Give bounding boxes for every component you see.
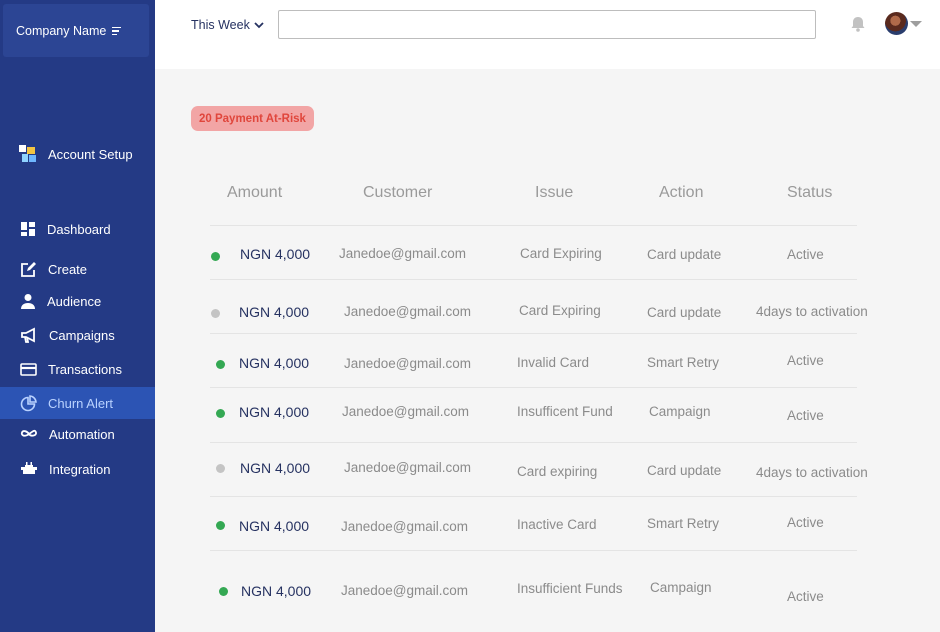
issue-cell: Card Expiring: [520, 246, 602, 261]
issue-cell: Insufficent Fund: [517, 404, 613, 419]
column-header-action: Action: [659, 184, 704, 201]
sidebar-item-label: Transactions: [48, 361, 122, 377]
period-label: This Week: [191, 18, 250, 32]
status-dot: [211, 309, 220, 318]
account-setup-icon: [19, 145, 36, 162]
action-cell: Smart Retry: [647, 355, 720, 370]
column-header-customer: Customer: [363, 184, 433, 201]
sidebar-item-label: Dashboard: [47, 221, 111, 237]
search-input[interactable]: [278, 10, 816, 39]
issue-cell: Card Expiring: [519, 303, 601, 318]
status-cell: Active: [787, 353, 824, 368]
sidebar-item-label: Automation: [49, 426, 115, 442]
status-dot: [219, 587, 228, 596]
status-dot: [211, 252, 220, 261]
status-cell: Active: [787, 247, 824, 262]
edit-icon: [21, 261, 36, 277]
period-dropdown[interactable]: This Week: [191, 18, 264, 32]
sidebar-item-label: Audience: [47, 293, 102, 309]
company-name: Company Name: [16, 23, 107, 38]
column-header-amount: Amount: [227, 184, 283, 201]
pie-chart-icon: [20, 394, 37, 411]
main-content: 20 Payment At-Risk Amount Customer Issue…: [155, 69, 940, 632]
sidebar-item-churn-alert[interactable]: Churn Alert: [0, 387, 155, 419]
dashboard-icon: [21, 222, 35, 236]
menu-icon: [112, 26, 122, 36]
sidebar-item-audience[interactable]: Audience: [0, 285, 155, 317]
chevron-down-icon: [254, 21, 264, 28]
amount-cell: NGN 4,000: [240, 246, 311, 262]
issue-cell: Invalid Card: [517, 355, 590, 370]
column-header-status: Status: [787, 184, 833, 201]
customer-cell: Janedoe@gmail.com: [344, 460, 472, 475]
sidebar-item-transactions[interactable]: Transactions: [0, 353, 155, 385]
amount-cell: NGN 4,000: [239, 404, 310, 420]
issue-cell: Inactive Card: [517, 517, 597, 532]
status-cell: 4days to activation: [756, 304, 868, 319]
customer-cell: Janedoe@gmail.com: [342, 404, 470, 419]
company-switcher[interactable]: Company Name: [3, 4, 149, 57]
sidebar-item-automation[interactable]: Automation: [0, 418, 155, 450]
megaphone-icon: [21, 327, 35, 343]
amount-cell: NGN 4,000: [239, 518, 310, 534]
action-cell: Card update: [647, 463, 722, 478]
caret-down-icon[interactable]: [910, 21, 922, 27]
customer-cell: Janedoe@gmail.com: [341, 519, 469, 534]
amount-cell: NGN 4,000: [239, 355, 310, 371]
customer-cell: Janedoe@gmail.com: [344, 304, 472, 319]
avatar[interactable]: [885, 12, 908, 35]
plug-icon: [21, 462, 37, 474]
customer-cell: Janedoe@gmail.com: [339, 246, 467, 261]
bell-icon[interactable]: [851, 16, 865, 32]
sidebar: Company Name Account Setup Dashboard Cre…: [0, 0, 155, 632]
issue-cell: Insufficient Funds: [517, 581, 623, 596]
status-dot: [216, 464, 225, 473]
action-cell: Campaign: [650, 580, 712, 595]
sidebar-item-dashboard[interactable]: Dashboard: [0, 213, 155, 245]
status-cell: Active: [787, 408, 824, 423]
user-icon: [21, 294, 35, 309]
infinity-icon: [20, 429, 37, 437]
status-dot: [216, 521, 225, 530]
action-cell: Campaign: [649, 404, 711, 419]
action-cell: Card update: [647, 247, 722, 262]
action-cell: Card update: [647, 305, 722, 320]
sidebar-item-integration[interactable]: Integration: [0, 453, 155, 485]
status-dot: [216, 360, 225, 369]
issue-cell: Card expiring: [517, 464, 598, 479]
amount-cell: NGN 4,000: [241, 583, 312, 599]
status-cell: 4days to activation: [756, 465, 868, 480]
status-cell: Active: [787, 515, 824, 530]
action-cell: Smart Retry: [647, 516, 720, 531]
account-setup-link[interactable]: Account Setup: [18, 144, 133, 164]
sidebar-item-label: Integration: [49, 461, 111, 477]
sidebar-item-label: Create: [48, 261, 88, 277]
account-setup-label: Account Setup: [48, 146, 133, 162]
card-icon: [20, 362, 37, 376]
status-cell: Active: [787, 589, 824, 604]
top-bar: This Week: [155, 0, 940, 69]
sidebar-item-label: Campaigns: [49, 327, 115, 343]
sidebar-item-create[interactable]: Create: [0, 253, 155, 285]
sidebar-item-label: Churn Alert: [48, 395, 114, 411]
customer-cell: Janedoe@gmail.com: [344, 356, 472, 371]
sidebar-item-campaigns[interactable]: Campaigns: [0, 319, 155, 351]
status-dot: [216, 409, 225, 418]
amount-cell: NGN 4,000: [239, 304, 310, 320]
column-header-issue: Issue: [535, 184, 574, 201]
customer-cell: Janedoe@gmail.com: [341, 583, 469, 598]
amount-cell: NGN 4,000: [240, 460, 311, 476]
at-risk-badge: 20 Payment At-Risk: [191, 106, 314, 131]
